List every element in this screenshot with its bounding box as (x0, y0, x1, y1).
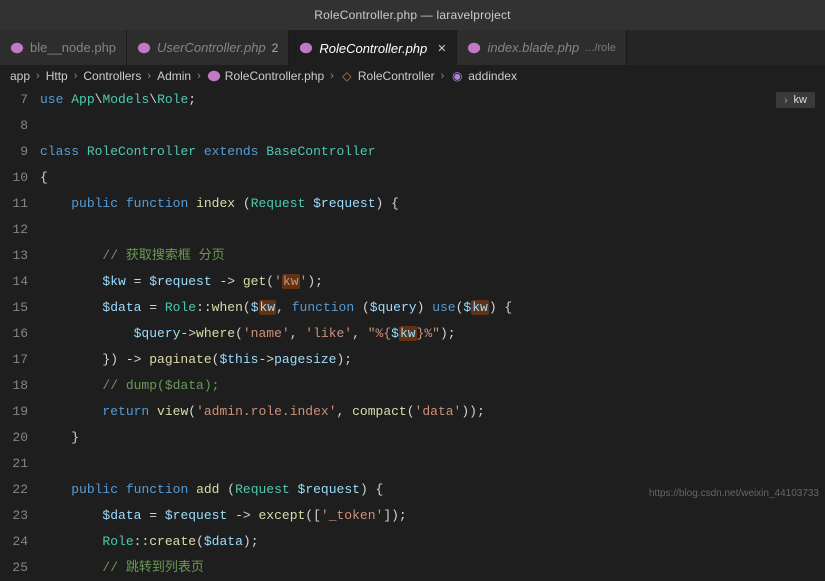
line-number: 12 (0, 217, 28, 243)
chevron-right-icon: › (441, 70, 445, 82)
tab-label: RoleController.php (319, 41, 427, 56)
code-line[interactable]: $data = $request -> except(['_token']); (40, 503, 825, 529)
code-line[interactable]: $kw = $request -> get('kw'); (40, 269, 825, 295)
code-line[interactable]: // 跳转到列表页 (40, 555, 825, 581)
line-number: 15 (0, 295, 28, 321)
line-number: 19 (0, 399, 28, 425)
php-file-icon (10, 41, 24, 55)
line-number: 14 (0, 269, 28, 295)
line-number: 21 (0, 451, 28, 477)
window-title: RoleController.php — laravelproject (314, 8, 510, 22)
tab-path-hint: .../role (585, 42, 616, 54)
breadcrumb-segment[interactable]: app (10, 69, 30, 83)
tab-dirty-count: 2 (272, 41, 279, 55)
line-number: 13 (0, 243, 28, 269)
line-number-gutter: 78910111213141516171819202122232425 (0, 87, 40, 503)
editor-pane: 78910111213141516171819202122232425 use … (0, 87, 825, 503)
line-number: 18 (0, 373, 28, 399)
chevron-right-icon: › (197, 70, 201, 82)
breadcrumb-segment[interactable]: RoleController (358, 69, 435, 83)
line-number: 7 (0, 87, 28, 113)
tab-label: UserController.php (157, 40, 266, 55)
search-result-badge[interactable]: › kw (776, 92, 815, 108)
breadcrumb-segment[interactable]: addindex (468, 69, 517, 83)
close-icon[interactable]: ✕ (437, 42, 446, 55)
code-line[interactable] (40, 113, 825, 139)
code-line[interactable]: return view('admin.role.index', compact(… (40, 399, 825, 425)
editor-tab-0[interactable]: ble__node.php (0, 30, 127, 65)
code-line[interactable]: // dump($data); (40, 373, 825, 399)
line-number: 8 (0, 113, 28, 139)
code-line[interactable]: $query->where('name', 'like', "%{$kw}%")… (40, 321, 825, 347)
chevron-right-icon: › (147, 70, 151, 82)
code-line[interactable]: use App\Models\Role; (40, 87, 825, 113)
line-number: 16 (0, 321, 28, 347)
tab-label: index.blade.php (487, 40, 579, 55)
code-line[interactable]: public function index (Request $request)… (40, 191, 825, 217)
method-icon: ◉ (450, 69, 464, 83)
line-number: 25 (0, 555, 28, 581)
breadcrumb-segment[interactable]: RoleController.php (225, 69, 324, 83)
php-file-icon (207, 69, 221, 83)
editor-tab-1[interactable]: UserController.php 2 (127, 30, 289, 65)
breadcrumb-segment[interactable]: Admin (157, 69, 191, 83)
php-file-icon (137, 41, 151, 55)
window-titlebar: RoleController.php — laravelproject (0, 0, 825, 30)
code-line[interactable]: class RoleController extends BaseControl… (40, 139, 825, 165)
code-line[interactable] (40, 217, 825, 243)
tab-bar: ble__node.php UserController.php 2 RoleCont… (0, 30, 825, 65)
chevron-right-icon: › (330, 70, 334, 82)
php-file-icon (467, 41, 481, 55)
line-number: 10 (0, 165, 28, 191)
watermark-text: https://blog.csdn.net/weixin_44103733 (649, 488, 819, 499)
line-number: 11 (0, 191, 28, 217)
code-line[interactable]: }) -> paginate($this->pagesize); (40, 347, 825, 373)
editor-tab-2[interactable]: RoleController.php ✕ (289, 30, 457, 65)
tab-label: ble__node.php (30, 40, 116, 55)
chevron-right-icon: › (784, 95, 787, 106)
breadcrumb: app › Http › Controllers › Admin › RoleControlle… (0, 65, 825, 87)
chevron-right-icon: › (74, 70, 78, 82)
code-line[interactable]: $data = Role::when($kw, function ($query… (40, 295, 825, 321)
breadcrumb-segment[interactable]: Http (46, 69, 68, 83)
code-line[interactable]: { (40, 165, 825, 191)
line-number: 23 (0, 503, 28, 529)
breadcrumb-segment[interactable]: Controllers (83, 69, 141, 83)
line-number: 17 (0, 347, 28, 373)
code-line[interactable]: Role::create($data); (40, 529, 825, 555)
code-area[interactable]: use App\Models\Role; class RoleControlle… (40, 87, 825, 503)
chevron-right-icon: › (36, 70, 40, 82)
php-file-icon (299, 41, 313, 55)
class-icon: ◇ (340, 69, 354, 83)
code-line[interactable] (40, 451, 825, 477)
code-line[interactable]: } (40, 425, 825, 451)
editor-tab-3[interactable]: index.blade.php .../role (457, 30, 626, 65)
line-number: 20 (0, 425, 28, 451)
line-number: 24 (0, 529, 28, 555)
line-number: 9 (0, 139, 28, 165)
line-number: 22 (0, 477, 28, 503)
code-line[interactable]: // 获取搜索框 分页 (40, 243, 825, 269)
search-term: kw (794, 94, 807, 106)
